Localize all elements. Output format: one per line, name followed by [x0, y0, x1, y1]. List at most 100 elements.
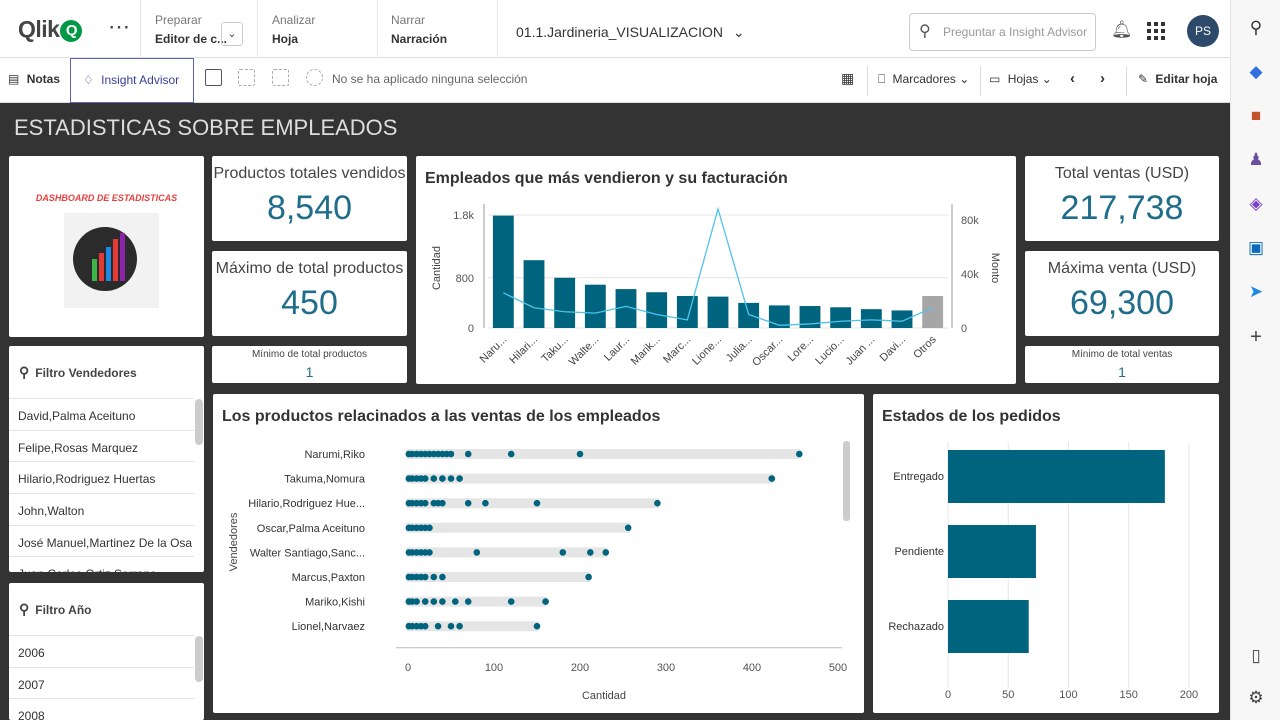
data-point [430, 598, 438, 605]
data-point [576, 450, 584, 458]
kpi-title: Total ventas (USD) [1054, 165, 1190, 182]
filter-year-title: ⚲ Filtro Año [19, 601, 97, 618]
dashboard-logo-text: DASHBOARD DE ESTADISTICAS [35, 193, 178, 203]
bookmarks-button[interactable]: ⎕ Marcadores ⌄ [878, 72, 969, 87]
kpi-min-sales: Mínimo de total ventas 1 [1025, 346, 1219, 383]
sheet-canvas: ESTADISTICAS SOBRE EMPLEADOS DASHBOARD D… [0, 103, 1230, 720]
settings-gear-icon[interactable]: ⚙ [1246, 688, 1266, 708]
apps-grid-icon[interactable] [1147, 22, 1165, 40]
add-icon[interactable]: + [1246, 326, 1266, 349]
data-point [447, 450, 455, 458]
kpi-value: 217,738 [1060, 189, 1184, 227]
tab-narrate[interactable]: Narrar Narración [391, 13, 447, 46]
filter-sellers-list: David,Palma Aceituno Felipe,Rosas Marquez… [9, 398, 194, 572]
sheet-title: ESTADISTICAS SOBRE EMPLEADOS [14, 115, 398, 140]
y2-tick-label: 80k [961, 215, 979, 227]
clear-selections-icon[interactable] [306, 69, 323, 86]
data-point [434, 622, 442, 630]
filter-sellers-title: ⚲ Filtro Vendedores [19, 364, 143, 381]
data-point [533, 499, 541, 507]
filter-item[interactable]: 2008 [9, 698, 194, 720]
x-tick-label: Lione... [690, 334, 724, 368]
search-icon[interactable]: ⚲ [19, 364, 29, 380]
search-placeholder: Preguntar a Insight Advisor [943, 25, 1088, 39]
filter-scrollbar[interactable] [195, 636, 203, 682]
y2-tick-label: 40k [961, 269, 979, 281]
filter-item[interactable]: Hilario,Rodriguez Huertas [9, 461, 194, 493]
smart-search-icon[interactable] [205, 69, 222, 86]
copilot-icon[interactable]: ◈ [1246, 194, 1266, 214]
x-tick-label: Marc... [661, 334, 693, 366]
y2-tick-label: 0 [961, 323, 967, 335]
order-status-chart[interactable]: 0 50 100 150 200 Entregado Pendiente Rechazado [873, 394, 1219, 713]
search-icon[interactable]: ⚲ [19, 601, 29, 617]
data-point [542, 598, 549, 605]
kpi-value: 1 [305, 364, 314, 380]
filter-sellers-label: Filtro Vendedores [35, 366, 137, 380]
data-point [602, 549, 610, 556]
avatar[interactable]: PS [1187, 15, 1219, 47]
seller-label: Mariko,Kishi [305, 597, 365, 609]
x-tick-label: Taku... [539, 334, 570, 365]
chevron-left-icon[interactable]: ‹ [1070, 70, 1075, 87]
data-point [654, 499, 661, 507]
kpi-title: Máxima venta (USD) [1047, 260, 1197, 277]
bell-icon[interactable]: 🔔︎ [1111, 20, 1133, 40]
tab-analyze[interactable]: Analizar Hoja [272, 13, 315, 46]
qlik-logo[interactable]: Qlik Q [18, 16, 83, 43]
search-icon[interactable]: ⚲ [1246, 18, 1266, 38]
y-tick-label: 0 [468, 323, 474, 335]
chevron-right-icon[interactable]: › [1100, 70, 1105, 87]
panel-icon[interactable]: ▯ [1246, 646, 1266, 666]
sheets-button[interactable]: ▭ Hojas ⌄ [989, 72, 1052, 86]
data-point [464, 499, 472, 507]
filter-item[interactable]: Juan Carlos,Ortiz Serrano [9, 556, 194, 572]
edit-sheet-button[interactable]: ✎ Editar hoja [1138, 72, 1217, 86]
data-point [430, 573, 438, 581]
filter-item[interactable]: 2006 [9, 635, 194, 667]
seller-label: Takuma,Nomura [284, 474, 366, 486]
data-point [456, 622, 463, 630]
bar [584, 284, 606, 328]
bar [676, 295, 698, 328]
send-icon[interactable]: ➤ [1246, 282, 1266, 302]
order-status-chart-card: Estados de los pedidos 0 50 100 150 200 Entre… [873, 394, 1219, 713]
insight-search-input[interactable]: ⚲ Preguntar a Insight Advisor [909, 13, 1096, 51]
divider [140, 0, 141, 58]
kpi-max-sale: Máxima venta (USD) 69,300 [1025, 251, 1219, 336]
products-by-seller-chart[interactable]: Narumi,Riko Takuma,Nomura Hilario,Rodrigue… [213, 394, 864, 713]
data-point [421, 499, 429, 507]
data-point [430, 475, 438, 482]
x-tick-label: Walte... [567, 334, 602, 369]
data-point [624, 524, 632, 532]
notes-button[interactable]: ▤ Notas [8, 72, 60, 86]
outlook-icon[interactable]: ▣ [1246, 238, 1266, 258]
filter-item[interactable]: José Manuel,Martinez De la Osa [9, 524, 194, 557]
filter-item[interactable]: David,Palma Aceituno [9, 398, 194, 430]
step-back-icon[interactable] [238, 69, 255, 86]
tab-prepare[interactable]: Preparar Editor de c... [155, 13, 227, 46]
filter-year-list: 2006 2007 2008 [9, 635, 194, 720]
data-point [439, 475, 446, 482]
chess-icon[interactable]: ♟ [1246, 150, 1266, 170]
data-point [447, 622, 455, 630]
filter-scrollbar[interactable] [195, 399, 203, 445]
top-sellers-combo-chart[interactable]: 0 800 1.8k 0 40k 80k Cantidad Monto Naru...Hilar… [416, 156, 1016, 384]
grid-view-icon[interactable]: ▦ [841, 70, 854, 87]
briefcase-icon[interactable]: ■ [1246, 106, 1266, 126]
data-point [421, 475, 429, 482]
x-tick-label: 0 [405, 662, 411, 674]
step-forward-icon[interactable] [272, 69, 289, 86]
filter-item[interactable]: Felipe,Rosas Marquez [9, 429, 194, 462]
insight-advisor-button[interactable]: ♢ Insight Advisor [70, 58, 194, 103]
app-name-dropdown[interactable]: 01.1.Jardineria_VISUALIZACION ⌄ [516, 24, 745, 41]
chevron-down-icon[interactable]: ⌄ [221, 22, 243, 46]
dashboard-logo-card: DASHBOARD DE ESTADISTICAS [9, 156, 204, 337]
chevron-down-icon: ⌄ [959, 72, 970, 86]
data-point [768, 475, 776, 482]
filter-item[interactable]: 2007 [9, 666, 194, 699]
tag-icon[interactable]: ◆ [1246, 62, 1266, 82]
notes-label: Notas [26, 72, 61, 86]
more-menu-icon[interactable]: ⋯ [108, 14, 130, 40]
filter-item[interactable]: John,Walton [9, 493, 194, 525]
